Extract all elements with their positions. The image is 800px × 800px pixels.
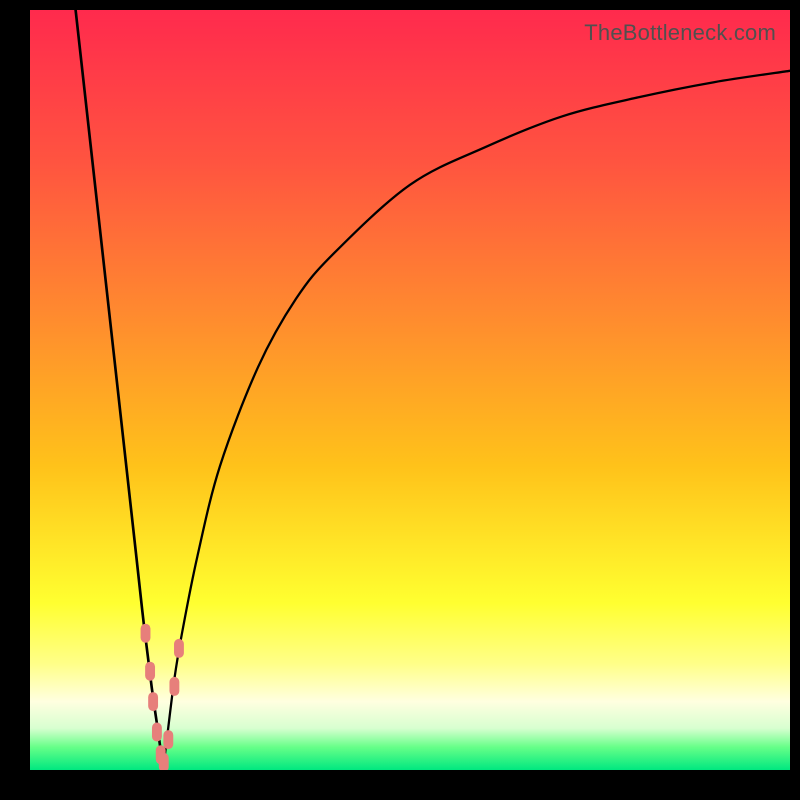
curve-left-branch [76, 10, 163, 770]
data-marker [148, 692, 158, 711]
watermark-text: TheBottleneck.com [584, 20, 776, 46]
data-marker [169, 677, 179, 696]
bottleneck-curve [30, 10, 790, 770]
data-marker [174, 639, 184, 658]
data-marker [145, 662, 155, 681]
plot-area: TheBottleneck.com [30, 10, 790, 770]
data-marker [152, 723, 162, 742]
data-marker [163, 730, 173, 749]
data-marker [141, 624, 151, 643]
data-marker [159, 753, 169, 770]
curve-right-branch [163, 71, 790, 770]
chart-frame: TheBottleneck.com [0, 0, 800, 800]
